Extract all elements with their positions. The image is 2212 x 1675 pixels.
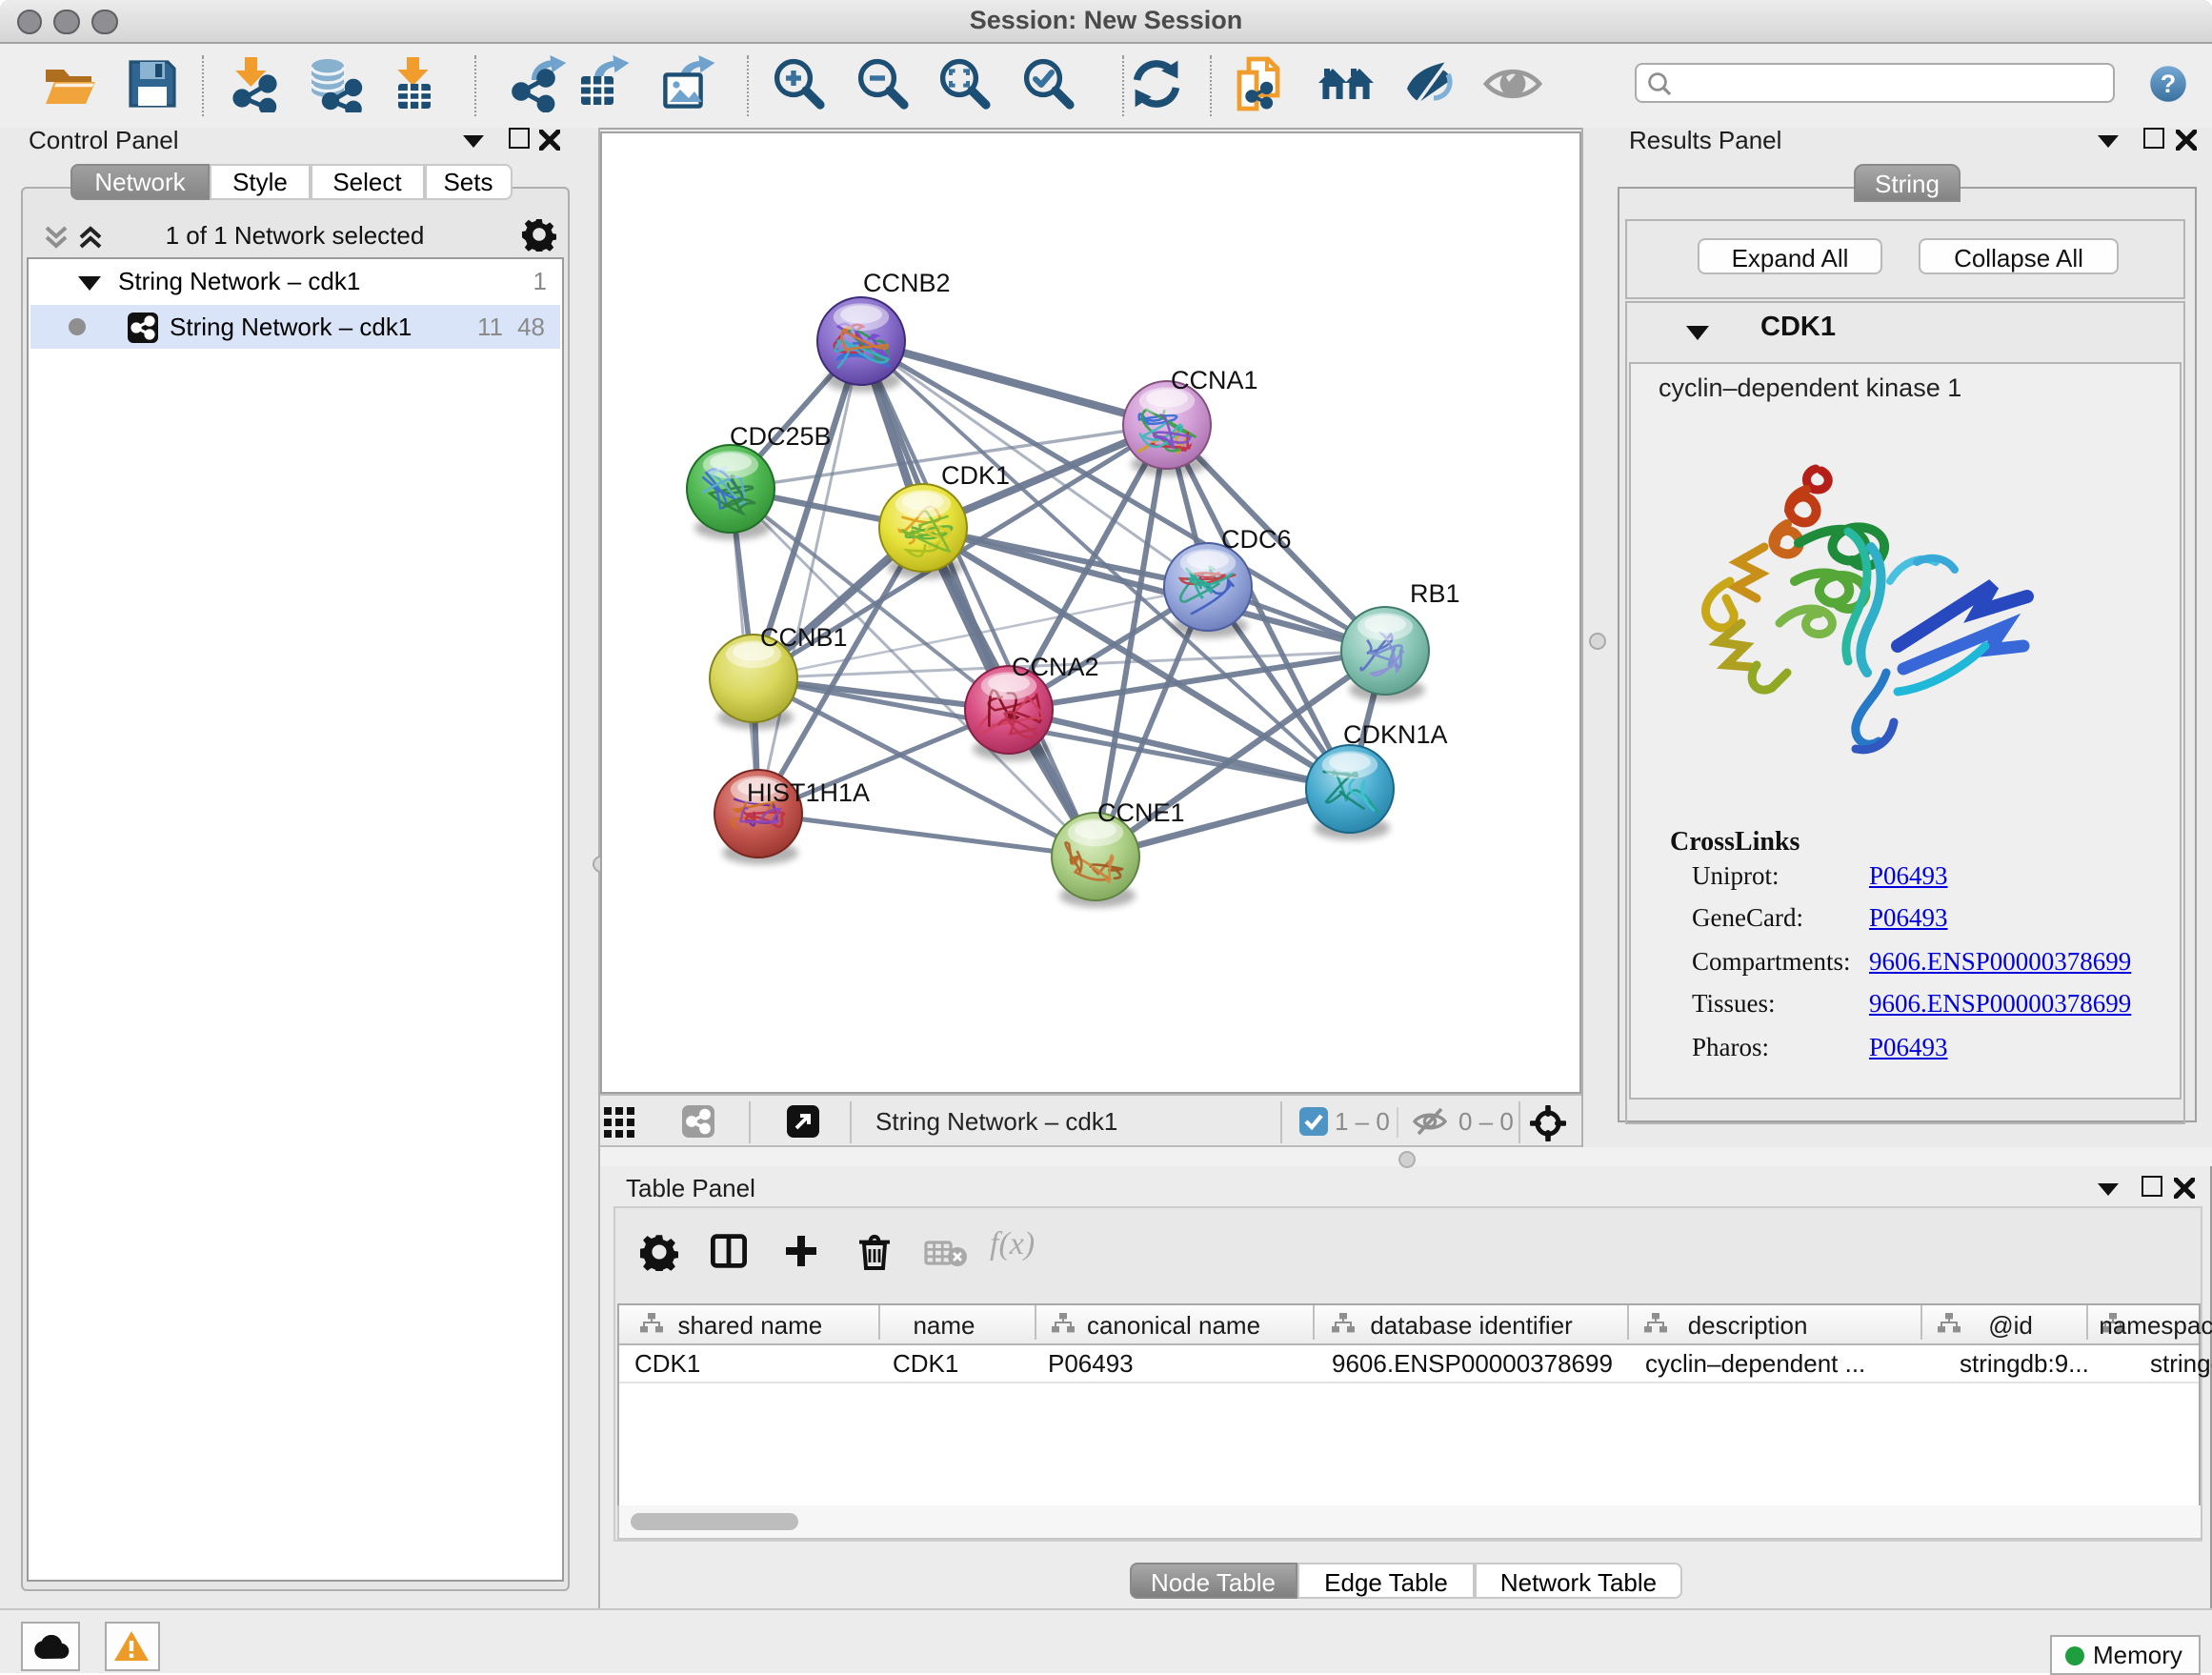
svg-text:CDKN1A: CDKN1A (1342, 719, 1447, 748)
svg-text:CCNE1: CCNE1 (1096, 797, 1184, 826)
svg-text:CCNB2: CCNB2 (862, 268, 950, 296)
svg-text:?: ? (2161, 69, 2177, 97)
svg-text:RB1: RB1 (1409, 578, 1459, 607)
svg-text:CCNA1: CCNA1 (1170, 365, 1257, 394)
svg-text:CDC25B: CDC25B (729, 421, 831, 450)
svg-text:HIST1H1A: HIST1H1A (746, 777, 869, 806)
svg-text:CDK1: CDK1 (940, 460, 1009, 489)
svg-text:CCNB1: CCNB1 (759, 622, 847, 651)
svg-text:CCNA2: CCNA2 (1011, 652, 1098, 680)
svg-text:CDC6: CDC6 (1220, 524, 1291, 553)
